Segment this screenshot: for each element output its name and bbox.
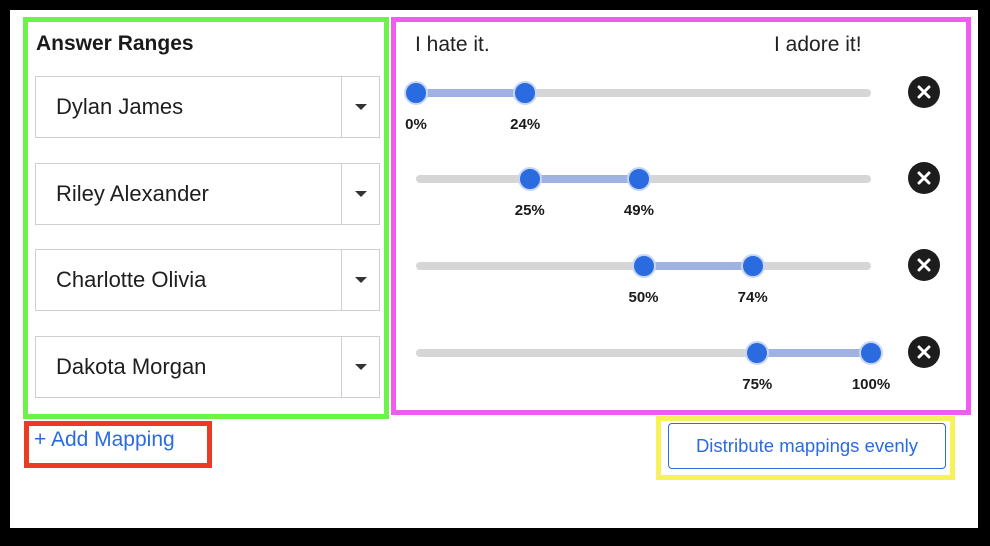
slider-handle-start[interactable] xyxy=(517,167,542,191)
slider-value-label: 25% xyxy=(514,202,545,219)
slider-handle-end[interactable] xyxy=(740,254,765,278)
caret-down-icon xyxy=(354,277,367,283)
slider-handle-end[interactable] xyxy=(859,341,883,365)
slider-value-label: 100% xyxy=(851,376,891,393)
slider-handle-start[interactable] xyxy=(631,254,656,278)
slider-value-label: 0% xyxy=(405,116,427,133)
remove-mapping-button[interactable] xyxy=(908,76,940,108)
mapping-editor: Answer Ranges Dylan James Riley Alexande… xyxy=(10,10,978,528)
dropdown-toggle[interactable] xyxy=(342,337,379,397)
close-icon xyxy=(917,258,931,272)
dropdown-toggle[interactable] xyxy=(342,250,379,310)
slider-value-label: 49% xyxy=(623,202,654,219)
slider-value-label: 24% xyxy=(510,116,541,133)
remove-mapping-button[interactable] xyxy=(908,249,940,281)
answer-select-value: Riley Alexander xyxy=(36,164,342,224)
scale-max-label: I adore it! xyxy=(774,33,862,56)
answer-select-value: Dylan James xyxy=(36,77,342,137)
slider-handle-end[interactable] xyxy=(513,81,538,105)
slider-range-fill xyxy=(757,349,871,357)
answer-select-value: Charlotte Olivia xyxy=(36,250,342,310)
dropdown-toggle[interactable] xyxy=(342,77,379,137)
dropdown-toggle[interactable] xyxy=(342,164,379,224)
scale-min-label: I hate it. xyxy=(415,33,490,56)
slider-track[interactable] xyxy=(416,89,871,97)
remove-mapping-button[interactable] xyxy=(908,162,940,194)
slider-handle-start[interactable] xyxy=(404,81,428,105)
answer-select-3[interactable]: Charlotte Olivia xyxy=(35,249,380,311)
answer-select-value: Dakota Morgan xyxy=(36,337,342,397)
slider-handle-end[interactable] xyxy=(626,167,651,191)
caret-down-icon xyxy=(354,191,367,197)
answer-ranges-title: Answer Ranges xyxy=(36,32,194,55)
caret-down-icon xyxy=(354,364,367,370)
slider-value-label: 74% xyxy=(737,289,768,306)
close-icon xyxy=(917,85,931,99)
add-mapping-link[interactable]: + Add Mapping xyxy=(34,428,175,452)
slider-value-label: 50% xyxy=(628,289,659,306)
close-icon xyxy=(917,345,931,359)
slider-range-fill xyxy=(529,175,639,183)
slider-range-fill xyxy=(416,89,526,97)
slider-track[interactable] xyxy=(416,349,871,357)
remove-mapping-button[interactable] xyxy=(908,336,940,368)
slider-range-fill xyxy=(643,262,753,270)
answer-select-2[interactable]: Riley Alexander xyxy=(35,163,380,225)
caret-down-icon xyxy=(354,104,367,110)
slider-value-label: 75% xyxy=(742,376,773,393)
answer-select-1[interactable]: Dylan James xyxy=(35,76,380,138)
answer-select-4[interactable]: Dakota Morgan xyxy=(35,336,380,398)
close-icon xyxy=(917,171,931,185)
distribute-evenly-button[interactable]: Distribute mappings evenly xyxy=(668,423,946,469)
